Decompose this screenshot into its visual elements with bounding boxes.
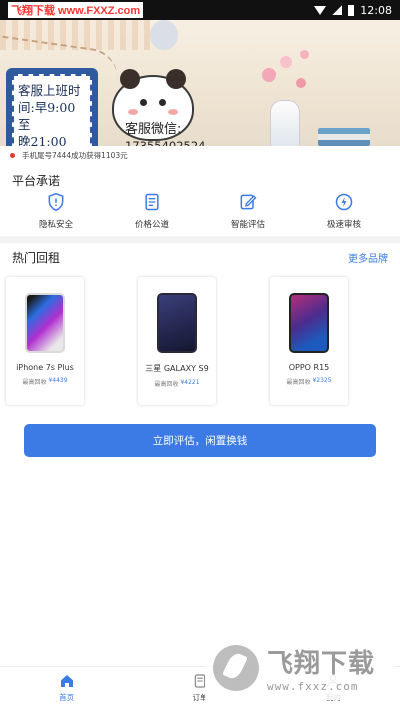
ticker-dot-icon xyxy=(10,152,15,158)
status-bar: 飞翔下载 www.FXXZ.com 12:08 xyxy=(0,0,400,20)
wechat-label: 客服微信: xyxy=(125,122,182,137)
product-card[interactable]: 三星 GALAXY S9 最高回收 ¥4221 xyxy=(138,277,216,405)
promise-evaluate: 智能评估 xyxy=(203,192,293,236)
price-label: 最高回收 xyxy=(22,379,47,386)
wifi-icon xyxy=(314,5,327,15)
edit-icon xyxy=(240,194,257,210)
watermark-text: 飞翔下载 www.fxxz.com xyxy=(267,643,375,693)
flower-decoration xyxy=(262,68,276,82)
service-hours-inner: 客服上班时 间:早9:00至 晚21:00 xyxy=(12,74,92,146)
service-hours-line-2: 间:早9:00至 xyxy=(18,100,76,132)
promise-price: 价格公道 xyxy=(107,192,197,236)
promise-price-label: 价格公道 xyxy=(134,220,169,230)
flower-decoration xyxy=(300,50,309,59)
promise-fast-label: 极速审核 xyxy=(326,220,361,230)
price-value: ¥4221 xyxy=(180,379,200,386)
hot-title: 热门回租 xyxy=(12,251,61,265)
watermark-url: www.fxxz.com xyxy=(267,680,359,693)
watermark-logo: 飞翔下载 www.fxxz.com xyxy=(205,636,395,700)
price-value: ¥2325 xyxy=(312,377,332,384)
lightning-icon xyxy=(335,193,353,211)
service-hours-line-3: 晚21:00 xyxy=(18,134,67,146)
price-line: 最高回收 ¥2325 xyxy=(286,377,331,386)
price-value: ¥4439 xyxy=(48,377,68,384)
battery-icon xyxy=(348,4,355,16)
signal-icon xyxy=(332,5,343,15)
galaxy-image xyxy=(157,293,197,353)
product-card[interactable]: iPhone 7s Plus 最高回收 ¥4439 xyxy=(6,277,84,405)
home-icon xyxy=(60,675,73,687)
status-watermark: 飞翔下载 www.FXXZ.com xyxy=(8,2,144,18)
price-line: 最高回收 ¥4221 xyxy=(154,379,199,388)
price-line: 最高回收 ¥4439 xyxy=(22,377,67,386)
service-hours-line-1: 客服上班时 xyxy=(18,83,81,98)
price-label: 最高回收 xyxy=(286,379,311,386)
wechat-number: 17355402524 xyxy=(125,139,206,146)
promises-title: 平台承诺 xyxy=(12,174,61,188)
promise-fast: 极速审核 xyxy=(299,192,389,236)
service-hours-card: 客服上班时 间:早9:00至 晚21:00 xyxy=(6,68,98,146)
banner-ornament xyxy=(150,20,178,50)
product-name: 三星 GALAXY S9 xyxy=(145,364,209,373)
promises-row: 隐私安全 价格公道 智能评估 极速审核 xyxy=(0,192,400,236)
flower-decoration xyxy=(280,56,292,68)
price-label: 最高回收 xyxy=(154,381,179,388)
promise-evaluate-label: 智能评估 xyxy=(230,220,265,230)
status-right: 12:08 xyxy=(314,4,392,17)
product-name: OPPO R15 xyxy=(288,363,330,372)
promo-banner[interactable]: 客服上班时 间:早9:00至 晚21:00 客服微信: 17355402524 xyxy=(0,20,400,146)
section-divider xyxy=(0,236,400,243)
evaluate-now-button[interactable]: 立即评估，闲置换钱 xyxy=(24,424,376,457)
product-card[interactable]: OPPO R15 最高回收 ¥2325 xyxy=(270,277,348,405)
shield-icon xyxy=(48,192,64,212)
more-brands-link[interactable]: 更多品牌 xyxy=(348,250,388,265)
watermark-bird-icon xyxy=(213,645,259,691)
wechat-info: 客服微信: 17355402524 xyxy=(125,122,205,146)
oppo-image xyxy=(289,293,329,353)
ticker-text: 手机尾号7444成功获得1103元 xyxy=(22,150,128,160)
status-time: 12:08 xyxy=(360,3,392,17)
iphone-image xyxy=(25,293,65,353)
watermark-title: 飞翔下载 xyxy=(267,649,376,679)
promise-privacy-label: 隐私安全 xyxy=(38,220,73,230)
list-icon xyxy=(145,193,159,211)
vase-illustration xyxy=(270,100,300,146)
news-ticker: 手机尾号7444成功获得1103元 xyxy=(0,146,400,164)
nav-home[interactable]: 首页 xyxy=(27,667,107,706)
books-illustration xyxy=(318,128,370,146)
product-name: iPhone 7s Plus xyxy=(16,363,74,372)
flower-decoration xyxy=(296,78,306,88)
promise-privacy: 隐私安全 xyxy=(11,192,101,236)
nav-home-label: 首页 xyxy=(59,693,75,702)
